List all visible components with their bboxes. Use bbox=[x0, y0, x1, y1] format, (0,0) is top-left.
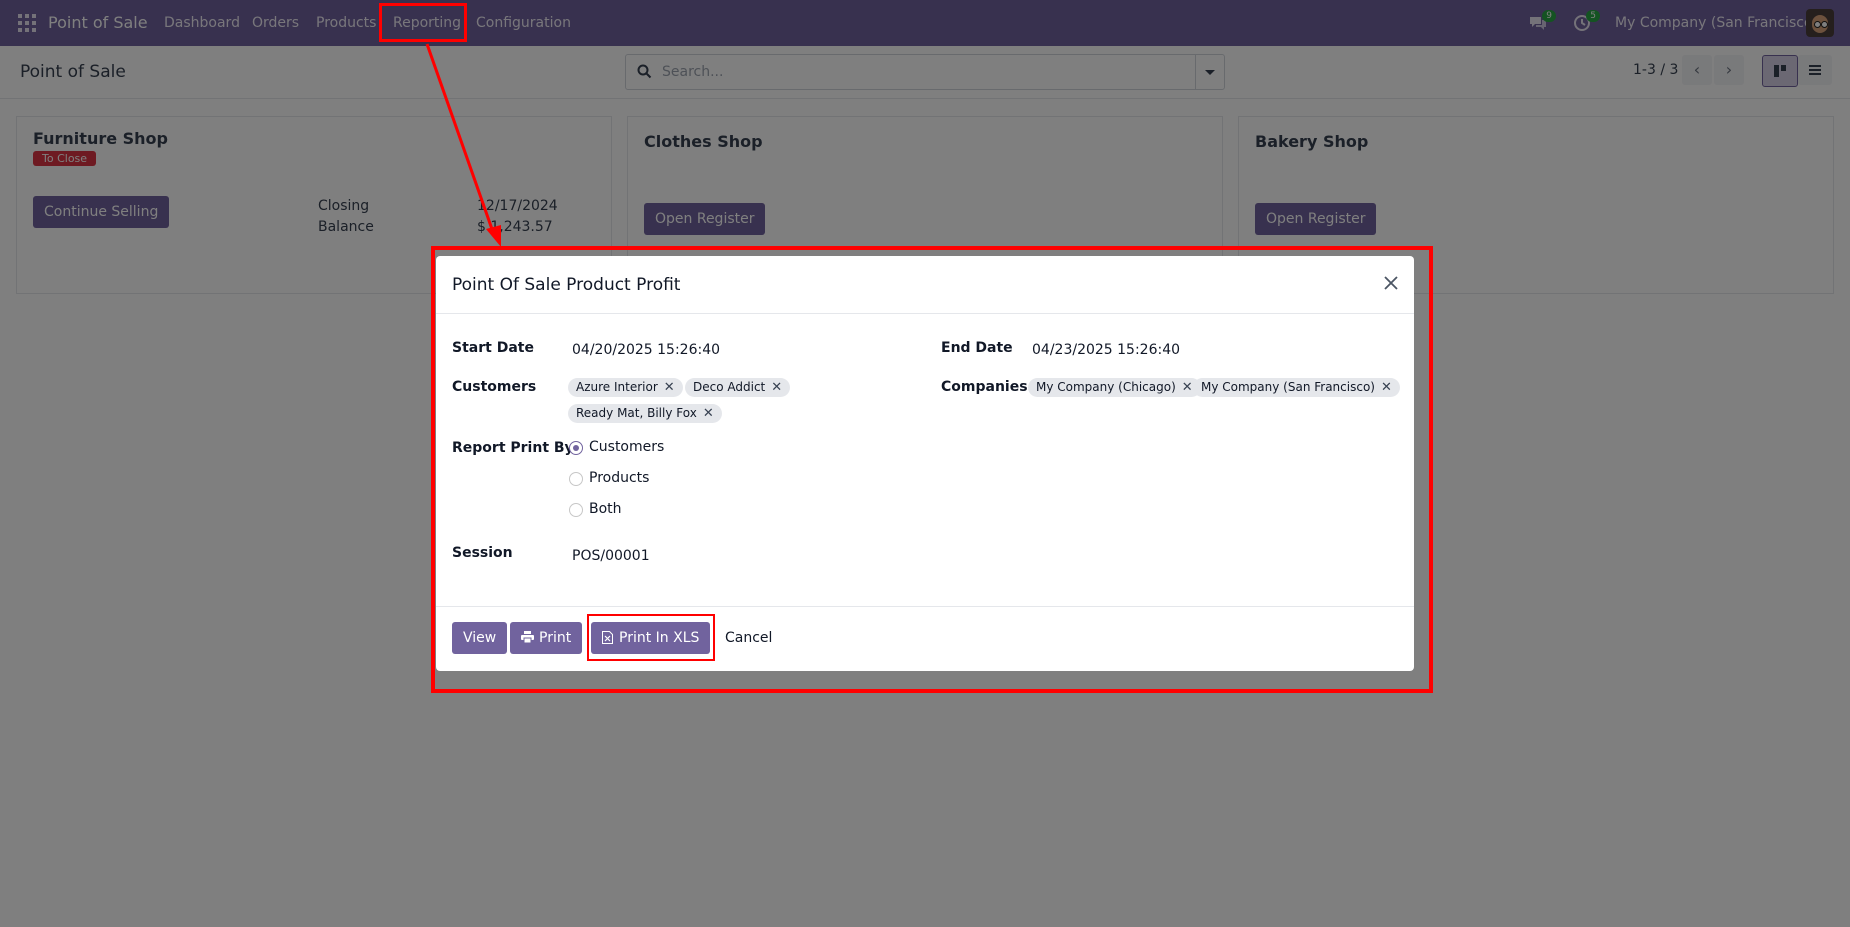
annotation-arrow bbox=[425, 43, 501, 247]
